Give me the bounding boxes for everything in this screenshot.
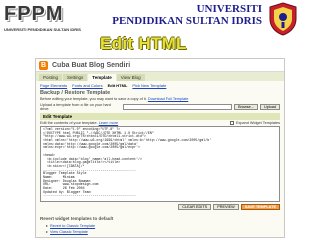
blogger-screenshot: B Cuba Buat Blog Sendiri Posting Setting…: [35, 58, 285, 238]
slide-banner: FPPM UNIVERSITI PENDIDIKAN SULTAN IDRIS …: [0, 0, 320, 62]
subtab-pick-new-template[interactable]: Pick New Template: [132, 83, 166, 88]
upload-button[interactable]: Upload: [259, 104, 280, 110]
slide-title: Edit HTML: [100, 34, 187, 53]
download-template-link[interactable]: Download Full Template: [148, 97, 188, 101]
blog-title: Cuba Buat Blog Sendiri: [52, 61, 131, 69]
main-tabs: Posting Settings Template View Blog: [36, 72, 284, 81]
view-classic-link-row: ▸ View Classic Template: [40, 229, 280, 234]
revert-link-row: ▸ Revert to Classic Template: [40, 223, 280, 228]
fppm-logo: FPPM UNIVERSITI PENDIDIKAN SULTAN IDRIS: [4, 3, 81, 43]
upload-text: Upload a template from a file on your ha…: [40, 103, 111, 111]
editor-actions: CLEAR EDITS PREVIEW SAVE TEMPLATE: [40, 204, 280, 210]
expand-widgets-option[interactable]: Expand Widget Templates: [229, 121, 280, 125]
tab-posting[interactable]: Posting: [39, 74, 63, 81]
subtab-page-elements[interactable]: Page Elements: [40, 83, 67, 88]
expand-widgets-label: Expand Widget Templates: [235, 121, 280, 125]
revert-classic-link[interactable]: Revert to Classic Template: [50, 224, 95, 228]
tab-settings[interactable]: Settings: [63, 74, 88, 81]
preview-button[interactable]: PREVIEW: [213, 204, 239, 210]
expand-widgets-checkbox[interactable]: [229, 121, 234, 125]
backup-heading: Backup / Restore Template: [40, 90, 111, 96]
edit-template-section: Edit Template Edit the contents of your …: [40, 113, 280, 210]
backup-section: Backup / Restore Template Before editing…: [40, 90, 280, 111]
tab-view-blog[interactable]: View Blog: [116, 74, 145, 81]
university-name-line1: UNIVERSITI: [196, 3, 262, 15]
edit-template-heading: Edit Template: [43, 114, 73, 119]
revert-heading: Revert widget templates to default: [40, 216, 114, 221]
subtab-edit-html[interactable]: Edit HTML: [108, 83, 128, 88]
university-crest-icon: [269, 2, 297, 36]
revert-section: Revert widget templates to default ▸ Rev…: [40, 216, 280, 235]
file-path-input[interactable]: [123, 104, 233, 110]
edit-template-bar: Edit Template: [40, 113, 280, 120]
fppm-tagline: UNIVERSITI PENDIDIKAN SULTAN IDRIS: [4, 27, 81, 32]
fppm-logo-text: FPPM: [4, 3, 64, 25]
backup-text-row: Before editing your template, you may wa…: [40, 97, 280, 101]
template-code-editor[interactable]: <?xml version="1.0" encoding="UTF-8" ?> …: [40, 126, 280, 202]
arrow-right-icon: ▸: [46, 223, 49, 228]
arrow-right-icon: ▸: [46, 229, 49, 234]
learn-more-link[interactable]: Learn more: [99, 121, 118, 125]
browse-button[interactable]: Browse...: [234, 104, 258, 110]
save-template-button[interactable]: SAVE TEMPLATE: [240, 204, 280, 210]
clear-edits-button[interactable]: CLEAR EDITS: [178, 204, 212, 210]
blogger-header: B Cuba Buat Blog Sendiri: [36, 59, 284, 72]
university-name-line2: PENDIDIKAN SULTAN IDRIS: [112, 14, 262, 27]
code-line: ----------------------------------------…: [43, 193, 136, 198]
upload-row: Upload a template from a file on your ha…: [40, 103, 280, 111]
edit-text-row: Edit the contents of your template. Lear…: [40, 121, 280, 125]
edit-text-group: Edit the contents of your template. Lear…: [40, 121, 118, 125]
edit-text: Edit the contents of your template.: [40, 121, 98, 125]
tab-template[interactable]: Template: [88, 74, 116, 81]
blogger-logo-icon: B: [39, 60, 48, 70]
university-name: UNIVERSITI PENDIDIKAN SULTAN IDRIS: [112, 3, 262, 27]
template-subtabs: Page Elements Fonts and Colors Edit HTML…: [36, 81, 284, 89]
subtab-fonts-colors[interactable]: Fonts and Colors: [72, 83, 102, 88]
view-classic-link[interactable]: View Classic Template: [50, 230, 88, 234]
backup-text: Before editing your template, you may wa…: [40, 97, 147, 101]
